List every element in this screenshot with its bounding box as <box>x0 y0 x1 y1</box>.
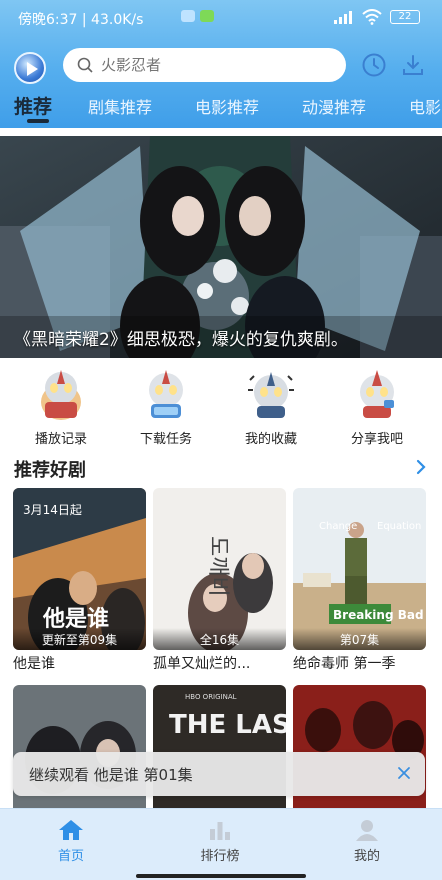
signal-icon <box>334 11 352 24</box>
drama-card[interactable]: 도깨비 全16集 孤单又灿烂的... <box>153 488 286 673</box>
download-icon[interactable] <box>400 52 426 78</box>
search-input[interactable] <box>101 56 301 74</box>
tab-series[interactable]: 剧集推荐 <box>88 94 152 118</box>
poster-title-art: Breaking Bad <box>333 608 424 622</box>
tab-film[interactable]: 电影 <box>409 94 441 118</box>
share-button[interactable]: 分享我吧 <box>332 366 422 447</box>
poster-title-art: 도깨비 <box>205 536 230 597</box>
poster-date: 3月14日起 <box>23 503 82 517</box>
download-tasks-button[interactable]: 下载任务 <box>121 366 211 447</box>
play-history-label: 播放记录 <box>34 432 87 447</box>
ultraman-download-icon <box>149 370 183 418</box>
search-bar[interactable] <box>63 48 346 82</box>
status-bar: 傍晚6:37 | 43.0K/s 22 <box>0 0 442 36</box>
close-icon[interactable] <box>397 766 411 780</box>
poster-network: HBO ORIGINAL <box>185 693 237 701</box>
continue-watching-bar[interactable]: 继续观看 他是谁 第01集 <box>13 752 425 796</box>
bottom-navigation: 首页 排行榜 我的 <box>0 808 442 880</box>
drama-poster: 3月14日起 他是谁 更新至第09集 <box>13 488 146 650</box>
favorites-label: 我的收藏 <box>244 432 297 447</box>
banner-caption: 《黑暗荣耀2》细思极恐，爆火的复仇爽剧。 <box>14 330 348 350</box>
ultraman-favorites-icon <box>248 372 294 418</box>
nav-home[interactable]: 首页 <box>21 819 121 864</box>
tab-anime[interactable]: 动漫推荐 <box>302 94 366 118</box>
tab-active-indicator <box>27 119 49 123</box>
nav-ranking-label: 排行榜 <box>200 849 240 864</box>
poster-subtitle-2: Equation <box>377 521 421 532</box>
profile-icon <box>356 820 378 841</box>
banner-carousel[interactable]: 《黑暗荣耀2》细思极恐，爆火的复仇爽剧。 <box>0 136 442 358</box>
drama-title: 孤单又灿烂的... <box>153 656 251 672</box>
play-history-button[interactable]: 播放记录 <box>16 366 106 447</box>
poster-image: Change Equation Breaking Bad <box>293 488 426 650</box>
drama-card[interactable]: 3月14日起 他是谁 更新至第09集 他是谁 <box>13 488 146 673</box>
ultraman-share-icon <box>360 370 394 418</box>
nav-home-label: 首页 <box>57 849 84 864</box>
tab-recommend[interactable]: 推荐 <box>14 92 52 119</box>
episode-badge: 第07集 <box>293 628 426 650</box>
poster-image: 3月14日起 他是谁 <box>13 488 146 650</box>
episode-badge: 更新至第09集 <box>13 628 146 650</box>
nav-ranking[interactable]: 排行榜 <box>170 819 270 864</box>
cloud-icon <box>181 10 195 22</box>
section-title: 推荐好剧 <box>14 460 86 481</box>
nav-profile[interactable]: 我的 <box>317 819 417 864</box>
drama-poster: 도깨비 全16集 <box>153 488 286 650</box>
drama-title: 绝命毒师 第一季 <box>293 656 396 672</box>
episode-badge: 全16集 <box>153 628 286 650</box>
drama-card[interactable]: Change Equation Breaking Bad 第07集 绝命毒师 第… <box>293 488 426 673</box>
wifi-icon <box>362 9 382 25</box>
poster-subtitle: Change <box>319 521 357 532</box>
status-right: 22 <box>334 9 420 25</box>
nav-profile-label: 我的 <box>353 849 380 864</box>
status-app-icons <box>181 10 214 22</box>
ultraman-history-icon <box>41 370 81 420</box>
chevron-right-icon[interactable] <box>414 458 428 476</box>
status-time: 傍晚6:37 | 43.0K/s <box>18 12 144 28</box>
poster-image: 도깨비 <box>153 488 286 650</box>
header: 傍晚6:37 | 43.0K/s 22 火影忍者 推荐 剧集推荐 电影推荐 动漫… <box>0 0 442 128</box>
ranking-icon <box>210 822 230 840</box>
home-icon <box>59 820 83 840</box>
app-logo[interactable] <box>14 52 46 84</box>
category-tabs: 推荐 剧集推荐 电影推荐 动漫推荐 电影 <box>0 90 442 126</box>
battery-indicator: 22 <box>390 10 420 24</box>
share-label: 分享我吧 <box>350 432 403 447</box>
favorites-button[interactable]: 我的收藏 <box>226 366 316 447</box>
poster-title-art: THE LAST <box>169 710 286 740</box>
history-clock-icon[interactable] <box>361 52 387 78</box>
download-notify-icon <box>200 10 214 22</box>
search-icon <box>77 57 93 73</box>
home-indicator <box>136 874 306 878</box>
download-tasks-label: 下载任务 <box>139 432 192 447</box>
drama-poster: Change Equation Breaking Bad 第07集 <box>293 488 426 650</box>
drama-title: 他是谁 <box>13 656 55 672</box>
quick-actions: 播放记录 下载任务 我的收藏 分享我吧 <box>0 366 442 447</box>
tab-movies[interactable]: 电影推荐 <box>195 94 259 118</box>
continue-watching-text: 继续观看 他是谁 第01集 <box>29 766 193 784</box>
